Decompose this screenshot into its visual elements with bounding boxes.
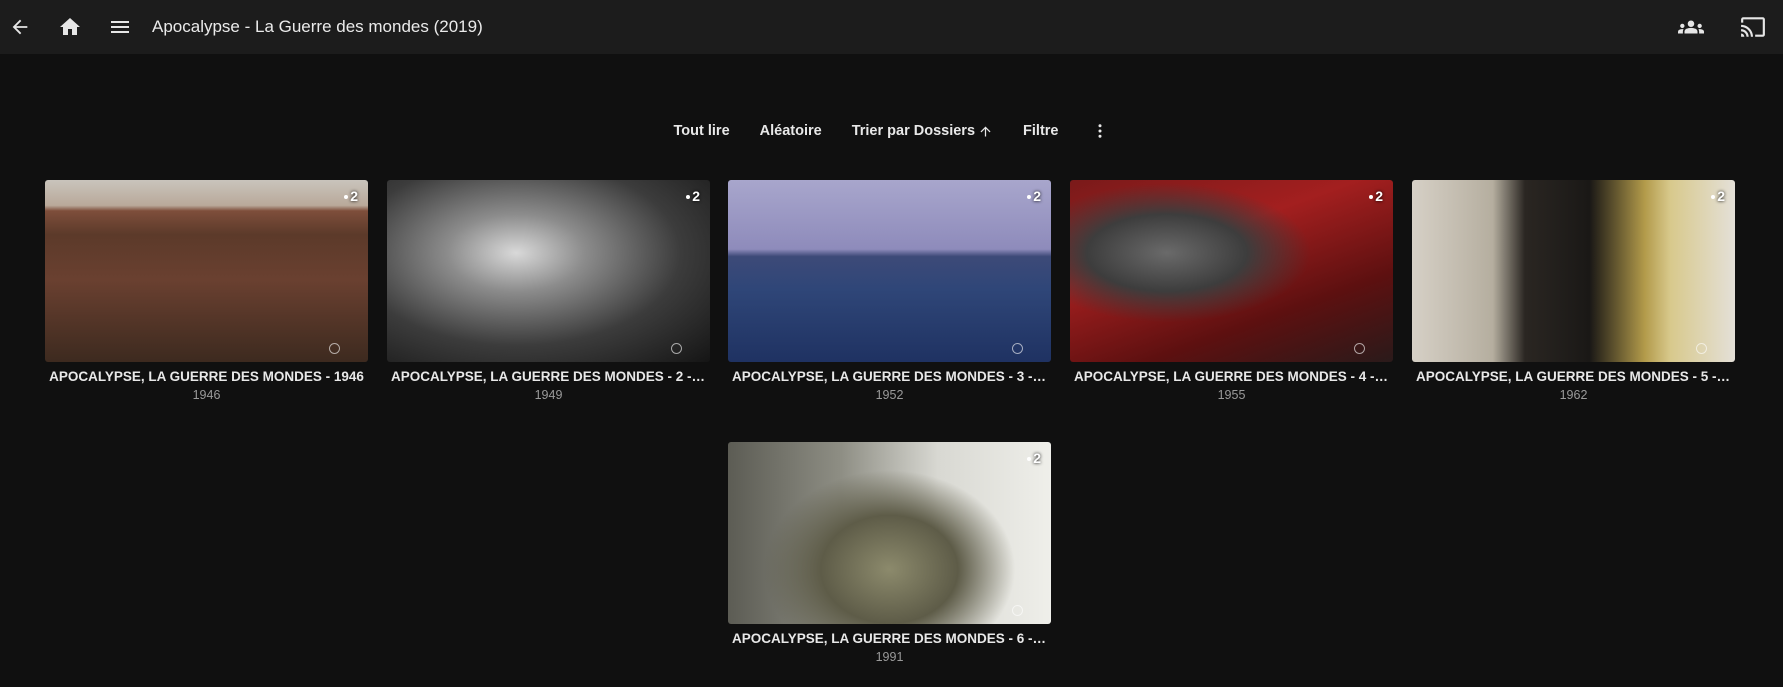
watermark-icon xyxy=(329,343,340,354)
episode-count-badge: 2 xyxy=(1711,188,1725,204)
cast-icon xyxy=(1741,17,1765,37)
card-thumbnail[interactable]: 2 xyxy=(728,442,1051,624)
card-title[interactable]: APOCALYPSE, LA GUERRE DES MONDES - 3 - 1… xyxy=(728,369,1051,384)
media-card[interactable]: 2 APOCALYPSE, LA GUERRE DES MONDES - 2 -… xyxy=(387,180,710,402)
card-year: 1946 xyxy=(192,388,221,402)
episode-count-badge: 2 xyxy=(344,188,358,204)
card-title[interactable]: APOCALYPSE, LA GUERRE DES MONDES - 2 - 1… xyxy=(387,369,710,384)
episode-count-badge: 2 xyxy=(1369,188,1383,204)
card-title[interactable]: APOCALYPSE, LA GUERRE DES MONDES - 5 - 1… xyxy=(1412,369,1735,384)
card-thumbnail[interactable]: 2 xyxy=(1412,180,1735,362)
card-thumbnail[interactable]: 2 xyxy=(387,180,710,362)
menu-button[interactable] xyxy=(100,7,140,47)
watermark-icon xyxy=(671,343,682,354)
users-button[interactable] xyxy=(1671,7,1711,47)
media-card[interactable]: 2 APOCALYPSE, LA GUERRE DES MONDES - 3 -… xyxy=(728,180,1051,402)
watermark-icon xyxy=(1696,343,1707,354)
card-title[interactable]: APOCALYPSE, LA GUERRE DES MONDES - 6 - 1… xyxy=(728,631,1051,646)
card-year: 1991 xyxy=(875,650,904,664)
card-thumbnail[interactable]: 2 xyxy=(45,180,368,362)
watermark-icon xyxy=(1012,343,1023,354)
sort-button[interactable]: Trier par Dossiers xyxy=(837,119,1008,143)
top-app-bar: Apocalypse - La Guerre des mondes (2019) xyxy=(0,0,1783,54)
card-year: 1952 xyxy=(875,388,904,402)
filter-button[interactable]: Filtre xyxy=(1008,119,1073,143)
shuffle-button[interactable]: Aléatoire xyxy=(745,119,837,143)
home-button[interactable] xyxy=(50,7,90,47)
sort-label: Trier par Dossiers xyxy=(851,123,976,139)
media-card[interactable]: 2 APOCALYPSE, LA GUERRE DES MONDES - 194… xyxy=(45,180,368,402)
card-year: 1955 xyxy=(1217,388,1246,402)
cast-button[interactable] xyxy=(1733,7,1773,47)
back-arrow-icon xyxy=(12,19,28,35)
media-card[interactable]: 2 APOCALYPSE, LA GUERRE DES MONDES - 4 -… xyxy=(1070,180,1393,402)
media-card[interactable]: 2 APOCALYPSE, LA GUERRE DES MONDES - 6 -… xyxy=(728,442,1051,664)
card-thumbnail[interactable]: 2 xyxy=(1070,180,1393,362)
home-icon xyxy=(60,18,80,35)
watermark-icon xyxy=(1012,605,1023,616)
users-icon xyxy=(1678,20,1704,34)
watermark-icon xyxy=(1354,343,1365,354)
card-title[interactable]: APOCALYPSE, LA GUERRE DES MONDES - 1946 xyxy=(45,369,368,384)
play-all-button[interactable]: Tout lire xyxy=(659,119,745,143)
arrow-up-icon xyxy=(980,126,991,136)
card-year: 1962 xyxy=(1559,388,1588,402)
more-vert-icon xyxy=(1098,124,1102,138)
page-title: Apocalypse - La Guerre des mondes (2019) xyxy=(152,17,483,36)
back-button[interactable] xyxy=(0,7,40,47)
card-title[interactable]: APOCALYPSE, LA GUERRE DES MONDES - 4 - 1… xyxy=(1070,369,1393,384)
more-options-button[interactable] xyxy=(1073,118,1124,144)
menu-icon xyxy=(111,21,129,33)
media-card[interactable]: 2 APOCALYPSE, LA GUERRE DES MONDES - 5 -… xyxy=(1412,180,1735,402)
card-thumbnail[interactable]: 2 xyxy=(728,180,1051,362)
episode-count-badge: 2 xyxy=(686,188,700,204)
card-year: 1949 xyxy=(534,388,563,402)
episode-count-badge: 2 xyxy=(1027,188,1041,204)
library-toolbar: Tout lire Aléatoire Trier par Dossiers F… xyxy=(0,118,1783,144)
episode-count-badge: 2 xyxy=(1027,450,1041,466)
